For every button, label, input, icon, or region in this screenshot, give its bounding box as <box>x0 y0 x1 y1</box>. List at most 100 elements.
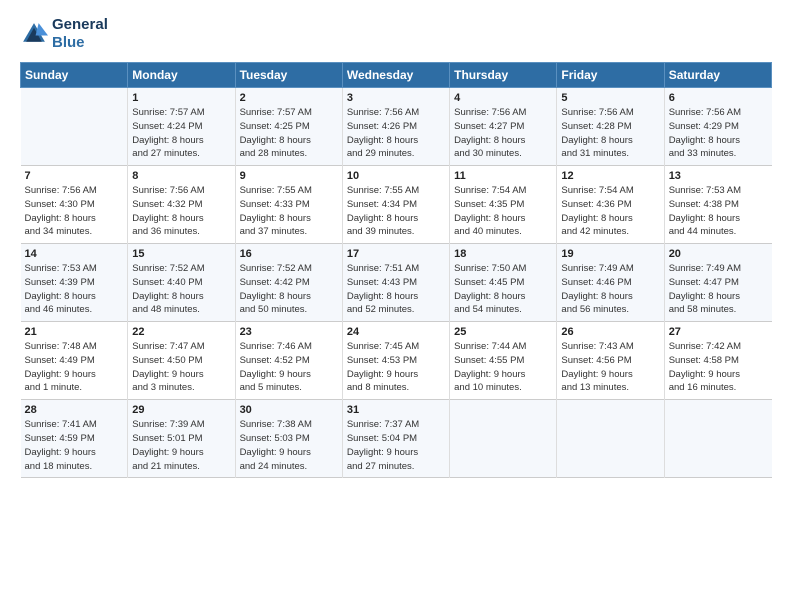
day-number: 13 <box>669 170 768 182</box>
calendar-cell: 30 Sunrise: 7:38 AM Sunset: 5:03 PM Dayli… <box>235 400 342 478</box>
logo-icon <box>20 20 48 48</box>
calendar-cell: 11 Sunrise: 7:54 AM Sunset: 4:35 PM Dayli… <box>450 166 557 244</box>
calendar-cell: 12 Sunrise: 7:54 AM Sunset: 4:36 PM Dayli… <box>557 166 664 244</box>
day-number: 15 <box>132 248 230 260</box>
day-number: 1 <box>132 92 230 104</box>
header: General Blue <box>20 16 772 52</box>
col-header-monday: Monday <box>128 63 235 88</box>
calendar-cell: 20 Sunrise: 7:49 AM Sunset: 4:47 PM Dayli… <box>664 244 771 322</box>
day-number: 25 <box>454 326 552 338</box>
day-info: Sunrise: 7:50 AM Sunset: 4:45 PM Dayligh… <box>454 262 552 317</box>
col-header-saturday: Saturday <box>664 63 771 88</box>
calendar-cell: 4 Sunrise: 7:56 AM Sunset: 4:27 PM Daylig… <box>450 88 557 166</box>
day-info: Sunrise: 7:56 AM Sunset: 4:32 PM Dayligh… <box>132 184 230 239</box>
calendar-cell <box>557 400 664 478</box>
day-number: 19 <box>561 248 659 260</box>
day-info: Sunrise: 7:54 AM Sunset: 4:36 PM Dayligh… <box>561 184 659 239</box>
day-number: 4 <box>454 92 552 104</box>
calendar-cell: 9 Sunrise: 7:55 AM Sunset: 4:33 PM Daylig… <box>235 166 342 244</box>
calendar-table: SundayMondayTuesdayWednesdayThursdayFrid… <box>20 62 772 478</box>
day-info: Sunrise: 7:42 AM Sunset: 4:58 PM Dayligh… <box>669 340 768 395</box>
day-info: Sunrise: 7:48 AM Sunset: 4:49 PM Dayligh… <box>25 340 124 395</box>
day-info: Sunrise: 7:45 AM Sunset: 4:53 PM Dayligh… <box>347 340 445 395</box>
day-number: 20 <box>669 248 768 260</box>
day-info: Sunrise: 7:54 AM Sunset: 4:35 PM Dayligh… <box>454 184 552 239</box>
day-info: Sunrise: 7:49 AM Sunset: 4:47 PM Dayligh… <box>669 262 768 317</box>
calendar-cell: 10 Sunrise: 7:55 AM Sunset: 4:34 PM Dayli… <box>342 166 449 244</box>
day-number: 23 <box>240 326 338 338</box>
day-number: 27 <box>669 326 768 338</box>
day-info: Sunrise: 7:52 AM Sunset: 4:42 PM Dayligh… <box>240 262 338 317</box>
column-headers: SundayMondayTuesdayWednesdayThursdayFrid… <box>21 63 772 88</box>
calendar-row-3: 21 Sunrise: 7:48 AM Sunset: 4:49 PM Dayli… <box>21 322 772 400</box>
day-number: 11 <box>454 170 552 182</box>
calendar-cell: 6 Sunrise: 7:56 AM Sunset: 4:29 PM Daylig… <box>664 88 771 166</box>
calendar-cell: 7 Sunrise: 7:56 AM Sunset: 4:30 PM Daylig… <box>21 166 128 244</box>
calendar-cell: 15 Sunrise: 7:52 AM Sunset: 4:40 PM Dayli… <box>128 244 235 322</box>
calendar-cell <box>664 400 771 478</box>
day-info: Sunrise: 7:52 AM Sunset: 4:40 PM Dayligh… <box>132 262 230 317</box>
calendar-cell: 22Sunrise: 7:47 AM Sunset: 4:50 PM Dayli… <box>128 322 235 400</box>
calendar-cell: 3 Sunrise: 7:56 AM Sunset: 4:26 PM Daylig… <box>342 88 449 166</box>
day-number: 6 <box>669 92 768 104</box>
col-header-tuesday: Tuesday <box>235 63 342 88</box>
day-number: 14 <box>25 248 124 260</box>
logo-text: General Blue <box>52 16 108 52</box>
col-header-thursday: Thursday <box>450 63 557 88</box>
calendar-cell: 17Sunrise: 7:51 AM Sunset: 4:43 PM Dayli… <box>342 244 449 322</box>
calendar-cell: 2Sunrise: 7:57 AM Sunset: 4:25 PM Daylig… <box>235 88 342 166</box>
calendar-row-2: 14 Sunrise: 7:53 AM Sunset: 4:39 PM Dayli… <box>21 244 772 322</box>
calendar-cell: 28 Sunrise: 7:41 AM Sunset: 4:59 PM Dayli… <box>21 400 128 478</box>
day-info: Sunrise: 7:55 AM Sunset: 4:34 PM Dayligh… <box>347 184 445 239</box>
calendar-cell: 1 Sunrise: 7:57 AM Sunset: 4:24 PM Daylig… <box>128 88 235 166</box>
day-info: Sunrise: 7:56 AM Sunset: 4:29 PM Dayligh… <box>669 106 768 161</box>
calendar-cell: 19Sunrise: 7:49 AM Sunset: 4:46 PM Dayli… <box>557 244 664 322</box>
day-number: 28 <box>25 404 124 416</box>
calendar-cell: 21 Sunrise: 7:48 AM Sunset: 4:49 PM Dayli… <box>21 322 128 400</box>
calendar-cell: 26Sunrise: 7:43 AM Sunset: 4:56 PM Dayli… <box>557 322 664 400</box>
day-number: 16 <box>240 248 338 260</box>
day-info: Sunrise: 7:46 AM Sunset: 4:52 PM Dayligh… <box>240 340 338 395</box>
day-number: 12 <box>561 170 659 182</box>
day-info: Sunrise: 7:44 AM Sunset: 4:55 PM Dayligh… <box>454 340 552 395</box>
calendar-cell: 25 Sunrise: 7:44 AM Sunset: 4:55 PM Dayli… <box>450 322 557 400</box>
day-number: 7 <box>25 170 124 182</box>
day-info: Sunrise: 7:57 AM Sunset: 4:24 PM Dayligh… <box>132 106 230 161</box>
day-number: 21 <box>25 326 124 338</box>
day-info: Sunrise: 7:55 AM Sunset: 4:33 PM Dayligh… <box>240 184 338 239</box>
day-number: 8 <box>132 170 230 182</box>
day-number: 29 <box>132 404 230 416</box>
day-number: 10 <box>347 170 445 182</box>
day-info: Sunrise: 7:56 AM Sunset: 4:27 PM Dayligh… <box>454 106 552 161</box>
calendar-cell: 5 Sunrise: 7:56 AM Sunset: 4:28 PM Daylig… <box>557 88 664 166</box>
calendar-cell: 14 Sunrise: 7:53 AM Sunset: 4:39 PM Dayli… <box>21 244 128 322</box>
day-info: Sunrise: 7:41 AM Sunset: 4:59 PM Dayligh… <box>25 418 124 473</box>
logo: General Blue <box>20 16 108 52</box>
day-info: Sunrise: 7:56 AM Sunset: 4:28 PM Dayligh… <box>561 106 659 161</box>
day-info: Sunrise: 7:56 AM Sunset: 4:30 PM Dayligh… <box>25 184 124 239</box>
day-info: Sunrise: 7:39 AM Sunset: 5:01 PM Dayligh… <box>132 418 230 473</box>
col-header-friday: Friday <box>557 63 664 88</box>
calendar-cell: 16 Sunrise: 7:52 AM Sunset: 4:42 PM Dayli… <box>235 244 342 322</box>
day-number: 3 <box>347 92 445 104</box>
day-number: 17 <box>347 248 445 260</box>
calendar-cell: 29 Sunrise: 7:39 AM Sunset: 5:01 PM Dayli… <box>128 400 235 478</box>
calendar-cell <box>450 400 557 478</box>
calendar-cell: 18 Sunrise: 7:50 AM Sunset: 4:45 PM Dayli… <box>450 244 557 322</box>
day-info: Sunrise: 7:43 AM Sunset: 4:56 PM Dayligh… <box>561 340 659 395</box>
col-header-sunday: Sunday <box>21 63 128 88</box>
day-info: Sunrise: 7:47 AM Sunset: 4:50 PM Dayligh… <box>132 340 230 395</box>
day-number: 30 <box>240 404 338 416</box>
calendar-row-1: 7 Sunrise: 7:56 AM Sunset: 4:30 PM Daylig… <box>21 166 772 244</box>
day-info: Sunrise: 7:56 AM Sunset: 4:26 PM Dayligh… <box>347 106 445 161</box>
calendar-cell <box>21 88 128 166</box>
day-info: Sunrise: 7:38 AM Sunset: 5:03 PM Dayligh… <box>240 418 338 473</box>
calendar-cell: 13Sunrise: 7:53 AM Sunset: 4:38 PM Dayli… <box>664 166 771 244</box>
day-number: 18 <box>454 248 552 260</box>
day-info: Sunrise: 7:53 AM Sunset: 4:39 PM Dayligh… <box>25 262 124 317</box>
col-header-wednesday: Wednesday <box>342 63 449 88</box>
page: General Blue SundayMondayTuesdayWednesda… <box>0 0 792 612</box>
day-info: Sunrise: 7:57 AM Sunset: 4:25 PM Dayligh… <box>240 106 338 161</box>
day-number: 5 <box>561 92 659 104</box>
day-number: 9 <box>240 170 338 182</box>
